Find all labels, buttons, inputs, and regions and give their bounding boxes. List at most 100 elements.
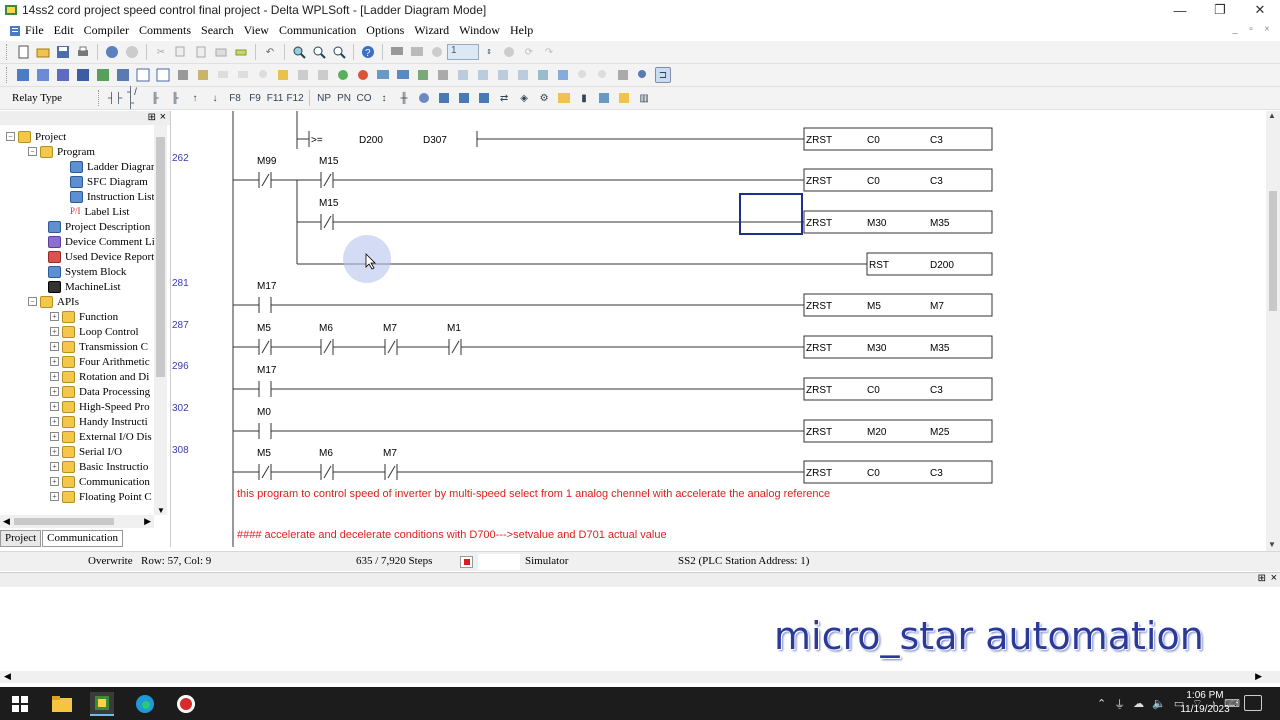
tree-item-api[interactable]: + External I/O Dis [50,429,152,444]
tree-item-api[interactable]: + Floating Point C [50,489,152,504]
pn-icon[interactable]: PN [336,90,352,106]
record-stop-icon[interactable] [460,556,473,568]
toolbar-grip[interactable] [6,44,9,60]
expand-icon[interactable]: + [50,387,59,396]
parallel-nc-icon[interactable]: ╟ [167,90,183,106]
gear-icon[interactable]: ⚙ [536,90,552,106]
sfc-mode-icon[interactable] [55,67,71,83]
expand-icon[interactable]: + [50,372,59,381]
scroll-left-icon[interactable]: ◀ [4,671,11,682]
zoom-out-icon[interactable] [331,44,347,60]
usb-icon[interactable]: ⏚ [1114,696,1125,712]
menu-comments[interactable]: Comments [134,23,196,38]
undo-icon[interactable]: ↶ [262,44,278,60]
menu-edit[interactable]: Edit [49,23,79,38]
tree-horizontal-scrollbar[interactable]: ◀ ▶ [0,515,154,528]
rising-edge-icon[interactable]: ↑ [187,90,203,106]
online-icon[interactable] [104,44,120,60]
tree-item-api[interactable]: + Rotation and Di [50,369,149,384]
delete-icon[interactable] [213,44,229,60]
write-plc-icon[interactable] [409,44,425,60]
expand-icon[interactable]: + [50,462,59,471]
f12-icon[interactable]: F12 [286,90,303,106]
expand-icon[interactable]: + [50,342,59,351]
tree-item-api[interactable]: + High-Speed Pro [50,399,150,414]
menu-window[interactable]: Window [454,23,505,38]
menu-options[interactable]: Options [361,23,409,38]
menu-view[interactable]: View [239,23,274,38]
box5-icon[interactable] [476,90,492,106]
reset-icon[interactable] [475,67,491,83]
expand-icon[interactable]: + [50,447,59,456]
dictionary-icon[interactable] [275,67,291,83]
circle-icon[interactable] [416,90,432,106]
menu-communication[interactable]: Communication [274,23,361,38]
ladder-connect-icon[interactable]: ⊐ [655,67,671,83]
ladder-canvas[interactable]: >= D200 D307 ZRST C0 C3 M99 M15 ZRST C0 C3 M15 ZRST M… [171,111,1266,547]
table-icon[interactable] [135,67,151,83]
mdi-minimize-button[interactable]: _ [1228,22,1242,36]
nc-contact-icon[interactable]: ┤/├ [127,87,143,109]
open-folder-icon[interactable] [35,44,51,60]
scroll-thumb[interactable] [156,137,165,377]
scroll-down-icon[interactable]: ▼ [1268,540,1276,549]
tree-vertical-scrollbar[interactable]: ▼ [154,125,167,515]
network-icon[interactable] [115,67,131,83]
vertical-bar-icon[interactable]: ▮ [576,90,592,106]
screen-recorder-icon[interactable] [174,692,198,716]
close-button[interactable]: ✕ [1240,0,1280,20]
toolbar-grip[interactable] [98,90,101,106]
chevron-up-icon[interactable]: ⌃ [1097,697,1106,710]
menu-wizard[interactable]: Wizard [409,23,454,38]
maximize-button[interactable]: ❐ [1200,0,1240,20]
run-icon[interactable] [335,67,351,83]
f8-icon[interactable]: F8 [227,90,243,106]
eraser-icon[interactable] [233,44,249,60]
save-icon[interactable] [55,44,71,60]
on-icon[interactable] [495,67,511,83]
copy-icon[interactable] [173,44,189,60]
ladder-mode-icon[interactable] [15,67,31,83]
vertical-line-icon[interactable]: ╫ [396,90,412,106]
scroll-up-icon[interactable]: ▲ [1268,111,1276,120]
tab-communication[interactable]: Communication [42,530,124,547]
cloud-icon[interactable]: ☁ [1133,697,1144,710]
ladder-vertical-scrollbar[interactable]: ▲ ▼ [1266,111,1280,551]
register-icon[interactable] [535,67,551,83]
scroll-right-icon[interactable]: ▶ [144,516,151,527]
search-device-icon[interactable] [635,67,651,83]
tree-item-api[interactable]: + Four Arithmetic [50,354,150,369]
edit-icon[interactable] [95,67,111,83]
tree-item-api[interactable]: + Function [50,309,118,324]
menu-compiler[interactable]: Compiler [79,23,134,38]
new-file-icon[interactable] [15,44,31,60]
spin-arrows-icon[interactable]: ⇕ [481,44,497,60]
diamond-icon[interactable]: ◈ [516,90,532,106]
tree-item-api[interactable]: + Handy Instructi [50,414,148,429]
tree-item-api[interactable]: + Serial I/O [50,444,122,459]
scroll-thumb[interactable] [14,518,114,525]
parallel-no-icon[interactable]: ╟ [147,90,163,106]
tab-project[interactable]: Project [0,530,42,547]
pin-icon[interactable]: ⊞ [1258,573,1266,584]
refresh-icon[interactable]: ⟳ [521,44,537,60]
scroll-thumb[interactable] [1269,191,1277,311]
comment-icon[interactable] [215,67,231,83]
mdi-restore-button[interactable]: ▫ [1244,22,1258,36]
notification-icon[interactable] [1244,695,1262,711]
pager-icon[interactable] [596,90,612,106]
grid-icon[interactable] [155,67,171,83]
mail-icon[interactable] [556,90,572,106]
edge-browser-icon[interactable] [133,692,157,716]
taskbar-clock[interactable]: 1:06 PM 11/19/2023 [1180,689,1230,717]
zoom-in-icon[interactable] [311,44,327,60]
scroll-left-icon[interactable]: ◀ [3,516,10,527]
pin-icon[interactable]: ⊞ [148,112,156,123]
toolbar-grip[interactable] [6,67,9,83]
stop-icon[interactable] [355,67,371,83]
expand-icon[interactable]: + [50,312,59,321]
instruction-mode-icon[interactable] [35,67,51,83]
tree-item-api[interactable]: + Basic Instructio [50,459,148,474]
find3-icon[interactable] [595,67,611,83]
comment2-icon[interactable] [235,67,251,83]
